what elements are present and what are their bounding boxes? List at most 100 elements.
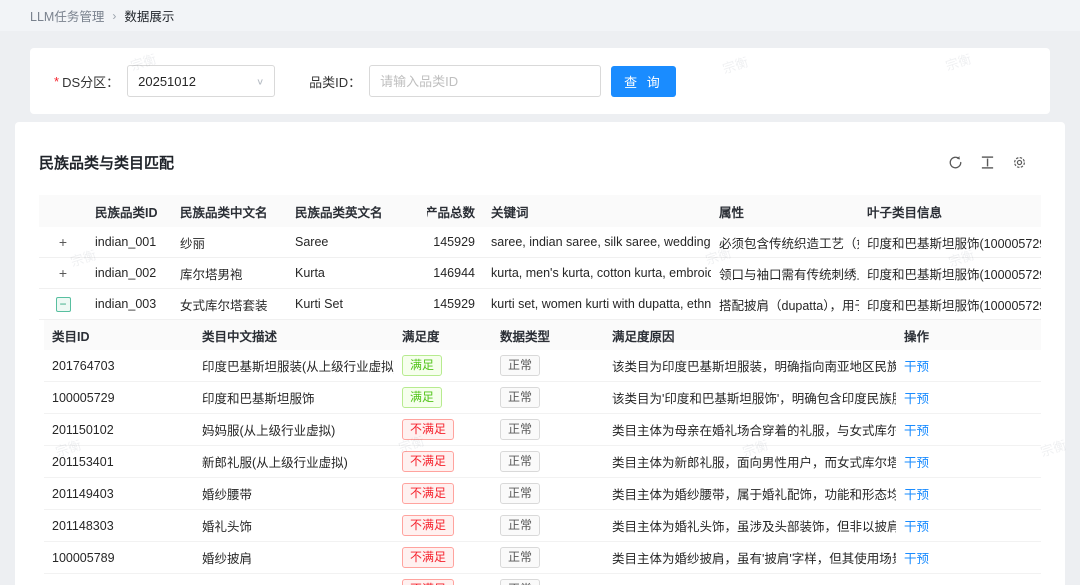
en-name: Kurti Set — [287, 289, 427, 320]
ds-partition-value: 20251012 — [138, 73, 196, 89]
satisfaction-reason — [604, 574, 896, 585]
subtable-row: 201148303 婚礼头饰 不满足 正常 类目主体为婚礼头饰，虽涉及头部装饰，… — [44, 510, 1041, 542]
intervene-link[interactable]: 干预 — [904, 580, 929, 585]
col-satisfaction: 满足度 — [402, 329, 440, 344]
category-id: 201150102 — [44, 414, 194, 446]
column-height-icon[interactable] — [980, 155, 995, 170]
data-type-badge: 正常 — [500, 547, 541, 568]
satisfaction-reason: 该类目为'印度和巴基斯坦服饰'，明确包含印度民族服饰范畴，且'... — [604, 382, 896, 414]
attrs: 必须包含传统织造工艺（如 Ban... — [711, 227, 859, 258]
table-row: + indian_002 库尔塔男袍 Kurta 146944 kurta, m… — [39, 258, 1041, 289]
subtable-row: 100005789 婚纱披肩 不满足 正常 类目主体为婚纱披肩，虽有'披肩'字样… — [44, 542, 1041, 574]
satisfaction-reason: 该类目为印度巴基斯坦服装，明确指向南亚地区民族服饰范畴，涵... — [604, 350, 896, 382]
leaf-info: 印度和巴基斯坦服饰(100005729);印度... — [859, 227, 1041, 258]
satisfaction-badge: 不满足 — [402, 419, 455, 440]
product-count: 145929 — [427, 227, 483, 258]
settings-gear-icon[interactable] — [1012, 155, 1027, 170]
satisfaction-reason: 类目主体为母亲在婚礼场合穿着的礼服，与女式库尔塔套装（Kurti ... — [604, 414, 896, 446]
table-row-expanded: − indian_003 女式库尔塔套装 Kurti Set 145929 ku… — [39, 289, 1041, 320]
subtable-row: 201149403 婚纱腰带 不满足 正常 类目主体为婚纱腰带，属于婚礼配饰，功… — [44, 478, 1041, 510]
expand-row-button[interactable]: + — [59, 266, 67, 280]
cn-name: 库尔塔男袍 — [172, 258, 287, 289]
category-id: 201148303 — [44, 510, 194, 542]
breadcrumb: LLM任务管理 › 数据展示 — [0, 0, 1080, 31]
filter-bar: * DS分区： 20251012 ∨ 品类ID： 查 询 — [30, 48, 1050, 114]
product-count: 146944 — [427, 258, 483, 289]
category-id: 201153401 — [44, 446, 194, 478]
breadcrumb-separator: › — [112, 8, 117, 23]
intervene-link[interactable]: 干预 — [904, 484, 929, 503]
ds-partition-select[interactable]: 20251012 ∨ — [127, 65, 276, 97]
col-satisfaction-reason: 满足度原因 — [612, 329, 675, 344]
data-type-badge: 正常 — [500, 355, 541, 376]
leaf-info: 印度和巴基斯坦服饰(100005729);印度... — [859, 289, 1041, 320]
category-id — [44, 574, 194, 585]
en-name: Saree — [287, 227, 427, 258]
data-type-badge: 正常 — [500, 419, 541, 440]
col-category-desc: 类目中文描述 — [202, 329, 278, 344]
match-panel: 民族品类与类目匹配 民族品类ID 民族品类中文名 民族品类英文名 产品总数 关键… — [15, 122, 1065, 585]
intervene-link[interactable]: 干预 — [904, 452, 929, 471]
intervene-link[interactable]: 干预 — [904, 420, 929, 439]
category-desc: 婚纱披肩 — [194, 542, 394, 574]
attrs: 搭配披肩（dupatta），用于遮盖... — [711, 289, 859, 320]
table-row: + indian_001 纱丽 Saree 145929 saree, indi… — [39, 227, 1041, 258]
subtable-header-row: 类目ID 类目中文描述 满足度 数据类型 满足度原因 操作 — [44, 320, 1041, 350]
table-header-row: 民族品类ID 民族品类中文名 民族品类英文名 产品总数 关键词 属性 叶子类目信… — [39, 195, 1041, 227]
keywords: kurta, men's kurta, cotton kurta, embroi… — [483, 258, 711, 289]
intervene-link[interactable]: 干预 — [904, 388, 929, 407]
category-desc: 婚礼头饰 — [194, 510, 394, 542]
satisfaction-reason: 类目主体为婚纱腰带，属于婚礼配饰，功能和形态均不同于库尔塔... — [604, 478, 896, 510]
product-count: 145929 — [427, 289, 483, 320]
satisfaction-badge: 不满足 — [402, 451, 455, 472]
satisfaction-badge: 不满足 — [402, 579, 455, 585]
required-mark: * — [54, 73, 60, 89]
breadcrumb-current: 数据展示 — [124, 10, 175, 24]
category-id: 100005789 — [44, 542, 194, 574]
subtable-row-partial: 不满足 正常 干预 — [44, 574, 1041, 585]
satisfaction-badge: 不满足 — [402, 547, 455, 568]
intervene-link[interactable]: 干预 — [904, 356, 929, 375]
reload-icon[interactable] — [948, 155, 963, 170]
col-category-id: 类目ID — [52, 329, 90, 344]
search-button[interactable]: 查 询 — [611, 65, 676, 97]
data-type-badge: 正常 — [500, 387, 541, 408]
attrs: 领口与袖口需有传统刺绣且不可... — [711, 258, 859, 289]
intervene-link[interactable]: 干预 — [904, 516, 929, 535]
panel-title: 民族品类与类目匹配 — [39, 155, 175, 172]
satisfaction-badge: 不满足 — [402, 515, 455, 536]
col-en-name: 民族品类英文名 — [295, 205, 383, 220]
category-desc: 妈妈服(从上级行业虚拟) — [194, 414, 394, 446]
category-desc: 印度和巴基斯坦服饰 — [194, 382, 394, 414]
keywords: kurti set, women kurti with dupatta, eth… — [483, 289, 711, 320]
col-keywords: 关键词 — [491, 205, 529, 220]
col-ethnic-id: 民族品类ID — [95, 205, 158, 220]
subtable-row: 201153401 新郎礼服(从上级行业虚拟) 不满足 正常 类目主体为新郎礼服… — [44, 446, 1041, 478]
data-type-badge: 正常 — [500, 483, 541, 504]
subtable-row: 201150102 妈妈服(从上级行业虚拟) 不满足 正常 类目主体为母亲在婚礼… — [44, 414, 1041, 446]
cn-name: 女式库尔塔套装 — [172, 289, 287, 320]
data-type-badge: 正常 — [500, 451, 541, 472]
subtable-row: 201764703 印度巴基斯坦服装(从上级行业虚拟) 满足 正常 该类目为印度… — [44, 350, 1041, 382]
chevron-down-icon: ∨ — [256, 76, 265, 87]
satisfaction-badge: 不满足 — [402, 483, 455, 504]
expanded-subtable: 类目ID 类目中文描述 满足度 数据类型 满足度原因 操作 201764703 … — [44, 320, 1041, 585]
satisfaction-badge: 满足 — [402, 355, 443, 376]
expand-row-button[interactable]: + — [59, 235, 67, 249]
ds-partition-label: DS分区： — [62, 74, 120, 90]
satisfaction-reason: 类目主体为婚纱披肩，虽有'披肩'字样，但其使用场景为西式婚纱... — [604, 542, 896, 574]
satisfaction-reason: 类目主体为婚礼头饰，虽涉及头部装饰，但非以披肩（dupatta）... — [604, 510, 896, 542]
category-id-input[interactable] — [369, 65, 602, 97]
ethnic-id: indian_003 — [87, 289, 172, 320]
intervene-link[interactable]: 干预 — [904, 548, 929, 567]
breadcrumb-link-llm-task[interactable]: LLM任务管理 — [30, 6, 104, 25]
ethnic-id: indian_002 — [87, 258, 172, 289]
col-leaf-info: 叶子类目信息 — [867, 205, 943, 220]
col-product-count: 产品总数 — [427, 205, 475, 220]
collapse-row-button[interactable]: − — [55, 296, 71, 312]
col-attrs: 属性 — [719, 205, 745, 220]
ethnic-id: indian_001 — [87, 227, 172, 258]
category-id-label: 品类ID： — [309, 74, 362, 90]
cn-name: 纱丽 — [172, 227, 287, 258]
data-type-badge: 正常 — [500, 515, 541, 536]
